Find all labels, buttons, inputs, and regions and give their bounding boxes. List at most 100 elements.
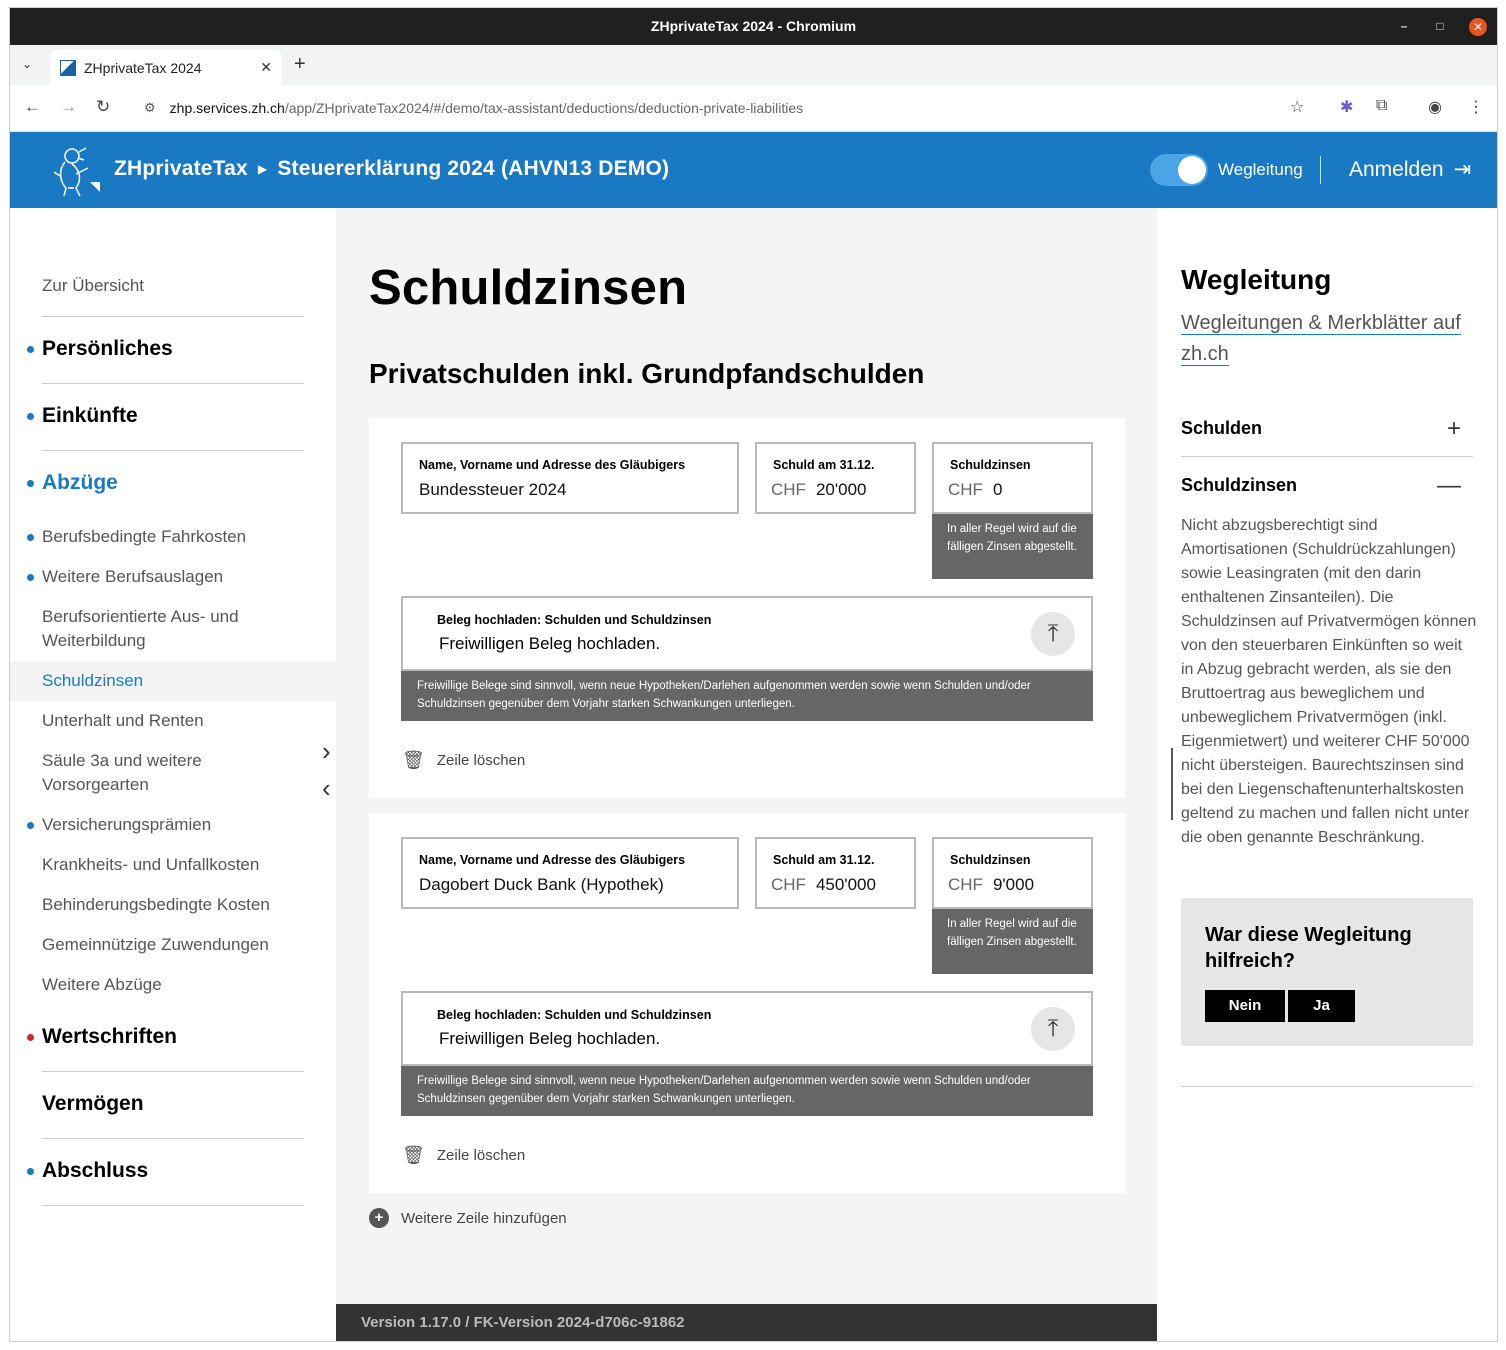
- nav-sub-pillar-3a[interactable]: Säule 3a und weitere Vorsorgearten: [42, 749, 242, 797]
- main-content: Schuldzinsen Privatschulden inkl. Grundp…: [336, 208, 1157, 1341]
- window-title: ZHprivateTax 2024 - Chromium: [650, 18, 857, 34]
- feedback-question: War diese Wegleitung hilfreich?: [1205, 924, 1412, 972]
- trash-icon: 🗑: [402, 750, 425, 770]
- creditor-field[interactable]: Name, Vorname und Adresse des Gläubigers…: [401, 442, 739, 514]
- debt-value-wrap: CHF 450'000: [771, 875, 883, 895]
- status-dot: [27, 534, 34, 541]
- nav-income[interactable]: Einkünfte: [42, 404, 138, 428]
- version-footer: Version 1.17.0 / FK-Version 2024-d706c-9…: [336, 1304, 1157, 1341]
- nav-closing[interactable]: Abschluss: [42, 1159, 148, 1183]
- nav-sub-debt-interest[interactable]: Schuldzinsen: [42, 669, 143, 693]
- tab-strip: ⌄ ZHprivateTax 2024 ✕ +: [10, 45, 1497, 85]
- nav-sub-commuting[interactable]: Berufsbedingte Fahrkosten: [42, 525, 246, 549]
- nav-sub-insurance[interactable]: Versicherungsprämien: [42, 813, 211, 837]
- interest-label: Schuldzinsen: [950, 853, 1031, 867]
- profile-avatar-icon[interactable]: ◉: [1428, 97, 1442, 117]
- header-divider: [1320, 156, 1321, 184]
- currency-label: CHF: [948, 480, 983, 499]
- interest-hint: In aller Regel wird auf die fälligen Zin…: [932, 514, 1093, 579]
- debt-field[interactable]: Schuld am 31.12. CHF 450'000: [755, 837, 916, 909]
- tab-list-icon[interactable]: ⌄: [22, 57, 32, 71]
- nav-deductions[interactable]: Abzüge: [42, 471, 118, 495]
- chevron-right-icon[interactable]: ›: [322, 736, 331, 767]
- guidance-link-text: Wegleitungen & Merkblätter auf zh.ch: [1181, 312, 1461, 366]
- upload-field[interactable]: Beleg hochladen: Schulden und Schuldzins…: [401, 596, 1093, 671]
- guidance-link[interactable]: Wegleitungen & Merkblätter auf zh.ch: [1181, 308, 1481, 370]
- chevron-left-icon[interactable]: ‹: [322, 773, 331, 804]
- nav-sub-alimony[interactable]: Unterhalt und Renten: [42, 709, 204, 733]
- reload-icon[interactable]: ↻: [96, 97, 110, 117]
- browser-tab[interactable]: ZHprivateTax 2024 ✕: [50, 50, 282, 85]
- login-arrow-icon: ⇥: [1453, 158, 1472, 181]
- debt-label: Schuld am 31.12.: [773, 458, 875, 472]
- forward-icon[interactable]: →: [60, 97, 77, 117]
- currency-label: CHF: [771, 875, 806, 894]
- debt-label: Schuld am 31.12.: [773, 853, 875, 867]
- creditor-field[interactable]: Name, Vorname und Adresse des Gläubigers…: [401, 837, 739, 909]
- liability-card: Name, Vorname und Adresse des Gläubigers…: [369, 418, 1125, 798]
- creditor-label: Name, Vorname und Adresse des Gläubigers: [419, 853, 686, 867]
- nav-sub-education[interactable]: Berufsorientierte Aus- und Weiterbildung: [42, 605, 272, 653]
- interest-value-wrap: CHF 0: [948, 480, 1002, 500]
- status-dot: [27, 1168, 34, 1175]
- minimize-icon[interactable]: –: [1397, 8, 1411, 45]
- status-dot: [27, 574, 34, 581]
- back-icon[interactable]: ←: [24, 97, 41, 117]
- bookmark-star-icon[interactable]: ☆: [1290, 97, 1304, 117]
- nav-sub-other[interactable]: Weitere Abzüge: [42, 973, 162, 997]
- nav-sub-medical[interactable]: Krankheits- und Unfallkosten: [42, 853, 259, 877]
- nav-assets[interactable]: Vermögen: [42, 1092, 144, 1116]
- interest-value: 9'000: [992, 875, 1035, 894]
- tab-close-icon[interactable]: ✕: [260, 59, 272, 76]
- debt-field[interactable]: Schuld am 31.12. CHF 20'000: [755, 442, 916, 514]
- zurich-lion-logo-icon[interactable]: [50, 144, 102, 198]
- nav-sub-disability[interactable]: Behinderungsbedingte Kosten: [42, 893, 270, 917]
- delete-row-button[interactable]: 🗑 Zeile löschen: [402, 1145, 525, 1166]
- login-button[interactable]: Anmelden ⇥: [1349, 157, 1471, 182]
- return-title: Steuererklärung 2024 (AHVN13 DEMO): [277, 157, 670, 180]
- plus-circle-icon: +: [369, 1208, 389, 1228]
- scrollbar-indicator[interactable]: [1171, 748, 1173, 820]
- upload-icon[interactable]: ⤒: [1031, 1007, 1075, 1051]
- guidance-title: Wegleitung: [1181, 264, 1332, 295]
- nav-securities[interactable]: Wertschriften: [42, 1025, 177, 1049]
- upload-label: Beleg hochladen: Schulden und Schuldzins…: [437, 1008, 712, 1022]
- nav-overview[interactable]: Zur Übersicht: [42, 274, 144, 298]
- extensions-puzzle-icon[interactable]: ⧉: [1376, 97, 1387, 115]
- nav-sub-donations[interactable]: Gemeinnützige Zuwendungen: [42, 933, 269, 957]
- extension-icon[interactable]: ✱: [1340, 97, 1353, 117]
- new-tab-icon[interactable]: +: [294, 53, 306, 76]
- login-label: Anmelden: [1349, 157, 1444, 181]
- upload-icon[interactable]: ⤒: [1031, 612, 1075, 656]
- currency-label: CHF: [771, 480, 806, 499]
- upload-field[interactable]: Beleg hochladen: Schulden und Schuldzins…: [401, 991, 1093, 1066]
- guidance-toggle[interactable]: [1150, 154, 1208, 186]
- feedback-no-button[interactable]: Nein: [1205, 990, 1285, 1022]
- debt-value-wrap: CHF 20'000: [771, 480, 883, 500]
- delete-row-button[interactable]: 🗑 Zeile löschen: [402, 750, 525, 771]
- interest-field[interactable]: Schuldzinsen CHF 0: [932, 442, 1093, 514]
- close-icon[interactable]: ✕: [1469, 17, 1487, 36]
- creditor-value: Bundessteuer 2024: [419, 480, 567, 499]
- upload-text: Freiwilligen Beleg hochladen.: [439, 1029, 661, 1048]
- maximize-icon[interactable]: □: [1433, 8, 1447, 45]
- interest-label: Schuldzinsen: [950, 458, 1031, 472]
- status-dot: [27, 413, 34, 420]
- favicon-icon: [60, 59, 76, 76]
- minus-icon: —: [1437, 472, 1461, 499]
- interest-field[interactable]: Schuldzinsen CHF 9'000: [932, 837, 1093, 909]
- upload-hint: Freiwillige Belege sind sinnvoll, wenn n…: [401, 671, 1093, 721]
- add-row-button[interactable]: + Weitere Zeile hinzufügen: [369, 1208, 567, 1228]
- nav-personal[interactable]: Persönliches: [42, 337, 173, 361]
- menu-kebab-icon[interactable]: ⋮: [1468, 97, 1484, 117]
- feedback-yes-button[interactable]: Ja: [1288, 990, 1355, 1022]
- accordion-interest[interactable]: Schuldzinsen —: [1181, 472, 1473, 499]
- guidance-toggle-label: Wegleitung: [1218, 160, 1303, 179]
- accordion-debts[interactable]: Schulden +: [1181, 415, 1473, 442]
- url-host: zhp.services.zh.ch: [169, 100, 285, 116]
- site-info-icon[interactable]: ⚙: [144, 100, 156, 116]
- nav-sub-professional-expenses[interactable]: Weitere Berufsauslagen: [42, 565, 223, 589]
- accordion-interest-body: Nicht abzugsberechtigt sind Amortisation…: [1181, 517, 1477, 846]
- address-bar[interactable]: ⚙ zhp.services.zh.ch/app/ZHprivateTax202…: [130, 91, 1290, 125]
- app-name[interactable]: ZHprivateTax: [114, 157, 248, 181]
